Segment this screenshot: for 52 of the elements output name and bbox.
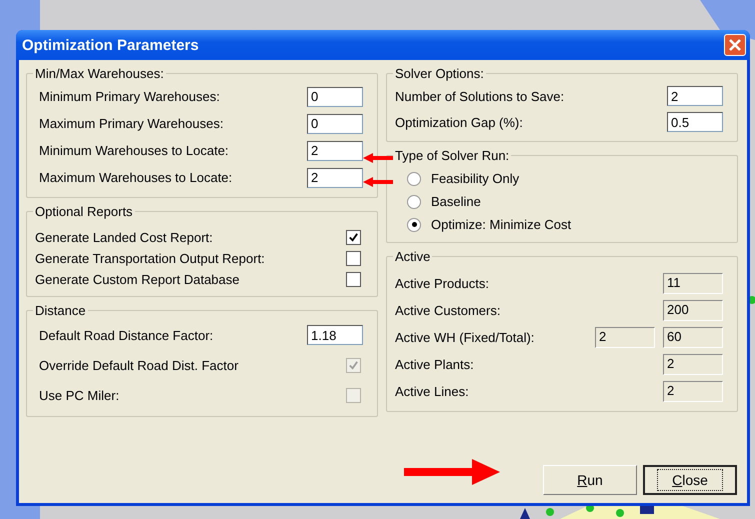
field-label: Maximum Primary Warehouses: (39, 116, 224, 131)
group-title: Min/Max Warehouses: (34, 66, 165, 81)
input-field[interactable]: 0 (307, 114, 363, 134)
group-title: Type of Solver Run: (394, 148, 510, 163)
checkbox-label: Generate Transportation Output Report: (35, 251, 265, 266)
checkbox[interactable] (346, 272, 361, 287)
field-label: Active Customers: (395, 303, 500, 318)
field-label: Active Plants: (395, 357, 474, 372)
readonly-field: 11 (663, 273, 723, 294)
input-field[interactable]: 2 (667, 86, 723, 106)
field-label: Minimum Warehouses to Locate: (39, 143, 229, 158)
field-label: Minimum Primary Warehouses: (39, 89, 220, 104)
field-label: Optimization Gap (%): (395, 114, 523, 130)
close-icon (728, 38, 742, 52)
group-title: Distance (34, 303, 87, 318)
checkbox[interactable] (346, 251, 361, 266)
group-title: Optional Reports (34, 204, 134, 219)
field-label: Number of Solutions to Save: (395, 88, 564, 104)
group-title: Active (394, 249, 432, 264)
radio-label: Optimize: Minimize Cost (431, 217, 572, 232)
radio-button[interactable] (407, 172, 421, 186)
checkbox-label: Override Default Road Dist. Factor (39, 358, 238, 372)
radio-button[interactable] (407, 194, 421, 208)
field-label: Default Road Distance Factor: (39, 328, 214, 342)
readonly-field: 2 (663, 381, 723, 402)
input-field[interactable]: 0 (307, 86, 363, 106)
checkbox-label: Use PC Miler: (39, 388, 120, 402)
close-button[interactable] (724, 34, 746, 56)
field-label: Maximum Warehouses to Locate: (39, 170, 232, 185)
radio-label: Baseline (431, 194, 481, 209)
pointer-arrow (363, 174, 393, 190)
readonly-field: 60 (663, 327, 723, 348)
checkbox-label: Generate Landed Cost Report: (35, 230, 213, 245)
field-label: Active Products: (395, 276, 489, 291)
input-field[interactable]: 1.18 (307, 325, 363, 345)
checkbox[interactable] (346, 230, 361, 245)
radio-label: Feasibility Only (431, 171, 520, 186)
input-field[interactable]: 0.5 (667, 112, 723, 132)
readonly-field: 200 (663, 300, 723, 321)
window-title: Optimization Parameters (22, 36, 199, 54)
field-label: Active WH (Fixed/Total): (395, 330, 534, 345)
radio-button[interactable] (407, 218, 421, 232)
field-label: Active Lines: (395, 384, 469, 399)
readonly-field: 2 (595, 327, 655, 348)
dialog-button[interactable]: Close (643, 465, 737, 495)
readonly-field: 2 (663, 354, 723, 375)
checkbox-label: Generate Custom Report Database (35, 272, 240, 287)
input-field[interactable]: 2 (307, 140, 363, 160)
dialog-button[interactable]: Run (543, 465, 637, 495)
group-title: Solver Options: (394, 66, 485, 81)
input-field[interactable]: 2 (307, 168, 363, 188)
pointer-arrow (363, 150, 393, 166)
